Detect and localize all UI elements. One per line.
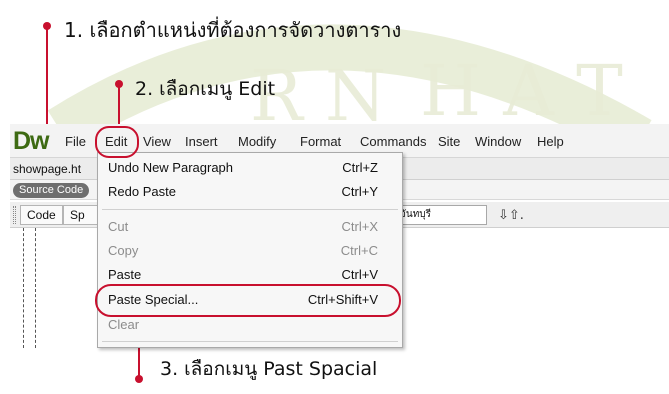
annotation-step-2: 2. เลือกเมนู Edit (135, 78, 276, 100)
source-code-button[interactable]: Source Code (13, 183, 90, 198)
menu-item-label: Undo New Paragraph (108, 160, 234, 175)
menu-item-redo[interactable]: Redo Paste Ctrl+Y (98, 180, 402, 204)
menu-item-label: Copy (108, 243, 139, 258)
document-tab[interactable]: showpage.ht (13, 162, 81, 176)
edit-menu-highlight (95, 126, 139, 158)
app-logo: Dw (13, 127, 49, 155)
menu-item-undo[interactable]: Undo New Paragraph Ctrl+Z (98, 156, 402, 180)
title-input[interactable]: จันทบุรี (395, 205, 487, 225)
paste-special-highlight (95, 284, 401, 317)
code-gutter-line (35, 228, 36, 348)
menu-site[interactable]: Site (438, 134, 460, 149)
annotation-step-3: 3. เลือกเมนู Past Spacial (160, 358, 378, 380)
menu-item-label: Redo Paste (108, 184, 176, 199)
menu-item-label: Cut (108, 219, 129, 234)
menu-commands[interactable]: Commands (360, 134, 426, 149)
code-view-button[interactable]: Code (20, 205, 63, 225)
menu-window[interactable]: Window (475, 134, 521, 149)
menu-item-shortcut: Ctrl+X (341, 219, 378, 234)
edit-menu-dropdown: Undo New Paragraph Ctrl+Z Redo Paste Ctr… (97, 152, 403, 348)
sort-arrows-icon[interactable]: ⇩⇧. (498, 208, 524, 223)
annotation-step-1: 1. เลือกตำแหน่งที่ต้องการจัดวางตาราง (64, 18, 402, 42)
menu-item-copy[interactable]: Copy Ctrl+C (98, 239, 402, 263)
menu-item-shortcut: Ctrl+Y (341, 184, 378, 199)
menu-item-label: Paste (108, 267, 142, 282)
menu-help[interactable]: Help (537, 134, 564, 149)
menu-item-shortcut: Ctrl+C (340, 243, 378, 258)
menu-item-label: Clear (108, 317, 140, 332)
svg-text:H A T: H A T (420, 50, 623, 132)
menu-modify[interactable]: Modify (238, 134, 276, 149)
menu-separator (102, 209, 398, 210)
menu-separator (102, 341, 398, 342)
menu-item-cut[interactable]: Cut Ctrl+X (98, 215, 402, 239)
menu-format[interactable]: Format (300, 134, 341, 149)
menu-item-shortcut: Ctrl+Z (342, 160, 378, 175)
menu-view[interactable]: View (143, 134, 171, 149)
menu-item-shortcut: Ctrl+V (341, 267, 378, 282)
code-gutter-line (23, 228, 24, 348)
toolbar-grip-icon[interactable] (13, 206, 16, 224)
menu-insert[interactable]: Insert (185, 134, 218, 149)
menu-file[interactable]: File (65, 134, 86, 149)
